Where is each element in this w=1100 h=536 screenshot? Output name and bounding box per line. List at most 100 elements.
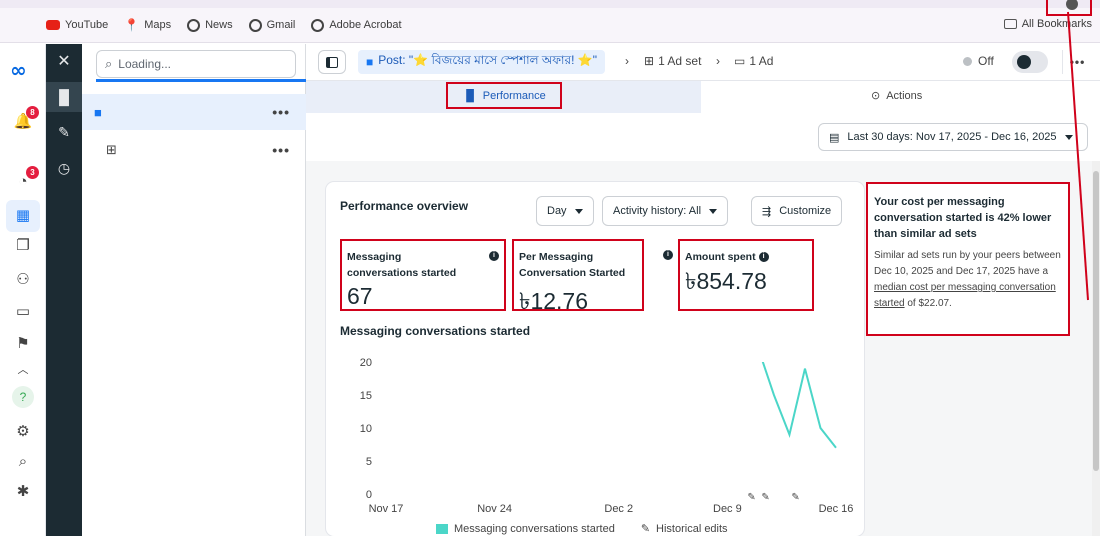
metric-label: Per Messaging Conversation Started	[519, 251, 626, 279]
bookmark-youtube[interactable]: YouTube	[46, 19, 108, 31]
caret-down-icon	[709, 208, 718, 214]
insight-body: Similar ad sets run by your peers betwee…	[874, 250, 1061, 309]
metric-value: 67	[347, 283, 373, 309]
search-input[interactable]: Loading...	[118, 57, 171, 71]
globe-icon	[311, 18, 325, 32]
status-dot	[963, 57, 972, 66]
on-off-toggle[interactable]	[1012, 51, 1048, 73]
metric-amount-spent[interactable]: Amount spent i ৳854.78	[678, 239, 814, 311]
more-options-icon[interactable]: •••	[272, 104, 290, 120]
caret-down-icon	[574, 208, 583, 214]
edit-marker-icon[interactable]: ✎	[791, 492, 799, 503]
sidebar-icon	[326, 56, 338, 68]
loading-bar	[96, 79, 306, 82]
chevron-right-icon: ›	[716, 54, 720, 68]
folder-icon: ■	[94, 104, 102, 120]
help-icon[interactable]: ?	[12, 386, 34, 408]
panel-toggle-button[interactable]	[318, 50, 346, 74]
bug-icon[interactable]: ✱	[12, 480, 34, 502]
folder-icon: ■	[366, 55, 374, 69]
edit-marker-icon[interactable]: ✎	[747, 492, 755, 503]
insight-link[interactable]: median cost per messaging conversation s…	[874, 282, 1056, 309]
editor-topbar: ■ Post: "⭐ বিজয়ের মাসে স্পেশাল অফার! ⭐"…	[306, 44, 1100, 81]
chart-icon: ▐▌	[462, 89, 478, 102]
pages-icon[interactable]: ❐	[12, 234, 34, 256]
search-icon[interactable]: ⌕	[12, 450, 34, 472]
granularity-dropdown[interactable]: Day	[536, 196, 594, 226]
x-tick-label: Dec 16	[819, 503, 854, 515]
adset-icon: ⊞	[106, 142, 117, 157]
metric-label: Messaging conversations started	[347, 251, 457, 279]
legend-swatch	[436, 523, 448, 534]
billing-icon[interactable]: ▭	[12, 300, 34, 322]
y-tick-label: 0	[366, 489, 372, 501]
date-row: ▤ Last 30 days: Nov 17, 2025 - Dec 16, 2…	[306, 113, 1100, 161]
series-line[interactable]	[758, 349, 837, 449]
actions-icon: ⊙	[871, 90, 881, 102]
editor-tool-rail: ✕ ▐▌ ✎ ◷	[46, 44, 82, 536]
scrollbar-thumb[interactable]	[1093, 171, 1099, 471]
metric-cost-per-conversation[interactable]: Per Messaging Conversation Started ৳12.7…	[512, 239, 644, 314]
more-options-icon[interactable]: •••	[272, 142, 290, 158]
legend-item-historical-edits[interactable]: ✎ Historical edits	[641, 522, 728, 535]
edit-marker-icon[interactable]: ✎	[761, 492, 769, 503]
tab-performance[interactable]: ▐▌ Performance	[446, 82, 562, 109]
performance-overview-card: Performance overview Day Activity histor…	[326, 182, 864, 536]
campaign-icon[interactable]: ⚑	[12, 332, 34, 354]
globe-icon	[248, 18, 262, 32]
chart-title: Messaging conversations started	[340, 324, 531, 338]
scrollbar[interactable]	[1092, 161, 1100, 536]
browser-tabstrip	[0, 0, 1100, 8]
activity-history-dropdown[interactable]: Activity history: All	[602, 196, 729, 226]
legend-item-conversations[interactable]: Messaging conversations started	[436, 523, 615, 535]
folder-icon	[1003, 19, 1017, 29]
info-icon[interactable]: i	[489, 251, 499, 261]
globe-icon	[187, 18, 201, 32]
caret-down-icon	[1064, 134, 1073, 140]
calendar-icon: ▤	[829, 131, 840, 144]
pencil-icon[interactable]: ✎	[46, 117, 82, 147]
audience-icon[interactable]: ⚇	[12, 268, 34, 290]
metric-value: ৳854.78	[685, 268, 767, 294]
meta-nav-rail: ∞ 🔔 8 ◔ 3 ▦ ❐ ⚇ ▭ ⚑ ︿ ? ⚙ ⌕ ✱	[0, 44, 46, 536]
metric-conversations[interactable]: Messaging conversations started i 67	[340, 239, 506, 311]
status-label: Off	[978, 54, 994, 68]
info-icon[interactable]: i	[758, 252, 769, 263]
insight-box: Your cost per messaging conversation sta…	[866, 182, 1070, 336]
all-bookmarks[interactable]: All Bookmarks	[1003, 18, 1092, 30]
customize-icon: ⇶	[762, 205, 772, 218]
more-options-button[interactable]: •••	[1062, 50, 1092, 74]
meta-logo-icon[interactable]: ∞	[10, 58, 27, 82]
search-icon: ⌕	[105, 56, 113, 71]
toggle-knob	[1017, 55, 1031, 69]
collapse-icon[interactable]: ︿	[12, 358, 34, 380]
breadcrumb-adset[interactable]: ⊞ 1 Ad set	[644, 54, 701, 68]
table-icon[interactable]: ▦	[12, 204, 34, 226]
date-range-picker[interactable]: ▤ Last 30 days: Nov 17, 2025 - Dec 16, 2…	[818, 123, 1088, 151]
bookmarks-bar: YouTube 📍 Maps News Gmail Adobe Acrobat …	[0, 8, 1100, 43]
history-icon[interactable]: ◷	[46, 153, 82, 183]
tree-row-adset[interactable]: ⊞ •••	[82, 132, 306, 168]
close-icon[interactable]: ✕	[46, 46, 82, 76]
tree-row-campaign[interactable]: ■ •••	[82, 94, 306, 130]
chart-icon[interactable]: ▐▌	[46, 82, 82, 112]
info-icon[interactable]: i	[663, 250, 673, 260]
breadcrumb-ad[interactable]: ▭ 1 Ad	[734, 54, 773, 68]
bookmark-maps[interactable]: 📍 Maps	[124, 18, 171, 32]
y-tick-label: 10	[360, 423, 372, 435]
x-tick-label: Dec 9	[713, 503, 742, 515]
bookmark-gmail[interactable]: Gmail	[248, 18, 295, 32]
main-panel: ■ Post: "⭐ বিজয়ের মাসে স্পেশাল অফার! ⭐"…	[306, 44, 1100, 536]
map-pin-icon: 📍	[124, 18, 140, 32]
tab-actions[interactable]: ⊙ Actions	[871, 89, 922, 103]
notifications-badge: 8	[26, 106, 39, 119]
customize-button[interactable]: ⇶ Customize	[751, 196, 843, 226]
tree-search[interactable]: ⌕ Loading...	[96, 50, 296, 78]
ad-icon: ▭	[734, 54, 746, 68]
gear-icon[interactable]: ⚙	[12, 420, 34, 442]
breadcrumb-post[interactable]: ■ Post: "⭐ বিজয়ের মাসে স্পেশাল অফার! ⭐"	[358, 50, 605, 74]
bookmark-adobe-acrobat[interactable]: Adobe Acrobat	[311, 18, 402, 32]
campaign-tree-panel: ⌕ Loading... ■ ••• ⊞ •••	[82, 44, 306, 536]
metric-value: ৳12.76	[519, 288, 589, 314]
bookmark-news[interactable]: News	[187, 18, 233, 32]
